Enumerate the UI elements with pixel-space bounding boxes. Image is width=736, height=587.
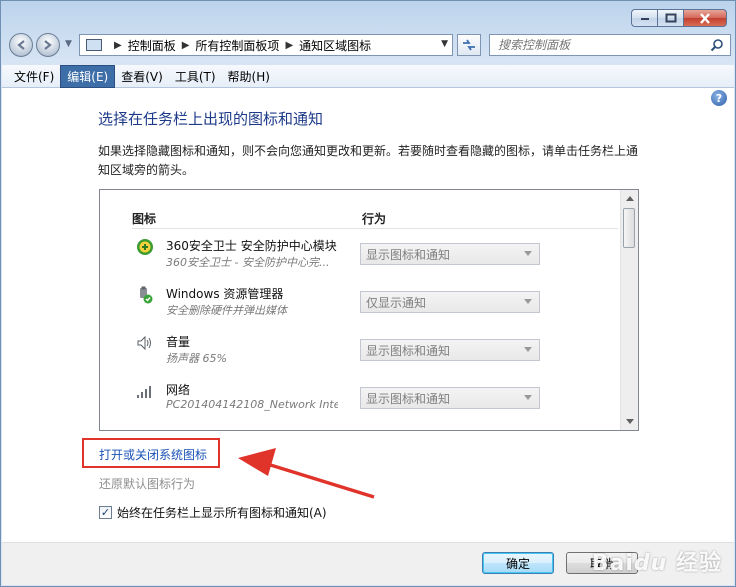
- search-box[interactable]: [489, 34, 731, 56]
- forward-button[interactable]: [36, 33, 60, 57]
- forward-arrow-icon: [44, 40, 52, 50]
- refresh-button[interactable]: [457, 34, 481, 56]
- maximize-button[interactable]: [657, 9, 683, 27]
- menu-edit[interactable]: 编辑(E): [60, 64, 116, 88]
- control-panel-icon: [86, 39, 102, 51]
- breadcrumb-control-panel[interactable]: 控制面板: [128, 37, 176, 54]
- address-history-dropdown[interactable]: ▼: [441, 39, 448, 49]
- menu-help[interactable]: 帮助(H): [222, 66, 276, 87]
- close-icon: [700, 12, 710, 24]
- back-arrow-icon: [17, 40, 25, 50]
- breadcrumb-notification-icons[interactable]: 通知区域图标: [299, 37, 371, 54]
- menu-view[interactable]: 查看(V): [115, 66, 169, 87]
- menu-file[interactable]: 文件(F): [8, 66, 60, 87]
- breadcrumb-separator[interactable]: ▶: [182, 40, 190, 51]
- menu-tools[interactable]: 工具(T): [169, 66, 222, 87]
- recent-pages-dropdown[interactable]: ▼: [65, 39, 72, 49]
- ok-button[interactable]: 确定: [482, 552, 554, 574]
- address-bar[interactable]: ▶ 控制面板 ▶ 所有控制面板项 ▶ 通知区域图标 ▼: [79, 34, 453, 56]
- baidu-watermark: Baidu 经验: [591, 551, 722, 576]
- navigation-bar: ▼ ▶ 控制面板 ▶ 所有控制面板项 ▶ 通知区域图标 ▼: [7, 31, 731, 59]
- maximize-icon: [665, 13, 676, 23]
- control-panel-window: ▼ ▶ 控制面板 ▶ 所有控制面板项 ▶ 通知区域图标 ▼ 文件(F) 编辑(E…: [0, 0, 736, 587]
- annotation-arrow-icon: [238, 448, 375, 499]
- dialog-footer: 确定 取消 Baidu 经验: [2, 542, 734, 585]
- menu-bar: 文件(F) 编辑(E) 查看(V) 工具(T) 帮助(H): [2, 64, 734, 88]
- search-icon[interactable]: [710, 38, 724, 52]
- breadcrumb-separator[interactable]: ▶: [114, 40, 122, 51]
- caption-buttons: [631, 9, 727, 27]
- close-button[interactable]: [683, 9, 727, 27]
- content-area: ? 选择在任务栏上出现的图标和通知 如果选择隐藏图标和通知，则不会向您通知更改和…: [2, 88, 734, 542]
- minimize-button[interactable]: [631, 9, 657, 27]
- minimize-icon: [640, 18, 649, 20]
- refresh-icon: [463, 39, 475, 51]
- breadcrumb-separator[interactable]: ▶: [285, 40, 293, 51]
- back-button[interactable]: [9, 33, 33, 57]
- search-input[interactable]: [498, 38, 698, 52]
- breadcrumb-all-items[interactable]: 所有控制面板项: [195, 37, 279, 54]
